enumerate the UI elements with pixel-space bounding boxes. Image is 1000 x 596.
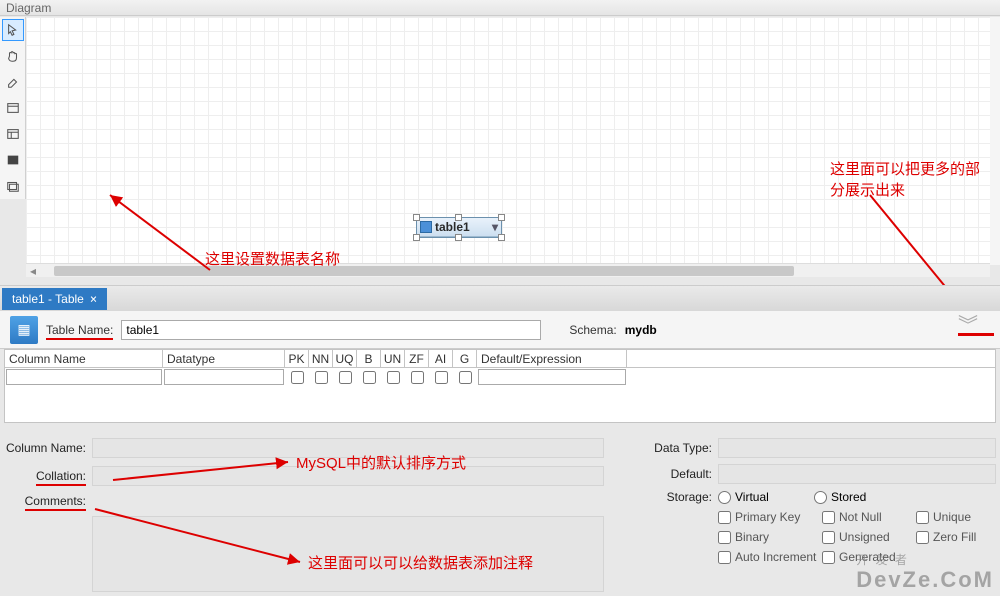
collation-field[interactable] [92,466,604,486]
tab-label: table1 - Table [12,292,84,306]
zerofill-checkbox[interactable] [916,531,929,544]
generated-checkbox[interactable] [822,551,835,564]
toolbar [0,17,26,199]
col-header-ai[interactable]: AI [429,350,453,367]
new-view-icon[interactable] [2,123,24,145]
col-header-b[interactable]: B [357,350,381,367]
column-name-field[interactable] [92,438,604,458]
col-header-zf[interactable]: ZF [405,350,429,367]
tab-table1[interactable]: table1 - Table × [2,288,107,310]
columns-header: Column Name Datatype PK NN UQ B UN ZF AI… [5,350,995,368]
diagram-canvas[interactable]: table1 ▾ [26,17,990,265]
hand-icon[interactable] [2,45,24,67]
expand-handle[interactable]: ︾ [958,317,994,336]
diagram-header: Diagram [0,0,1000,16]
data-type-label: Data Type: [644,441,712,455]
cell-name-input[interactable] [6,369,162,385]
cell-uq-checkbox[interactable] [339,371,352,384]
column-details: Column Name: Collation: Comments: Data T… [4,438,996,592]
cell-un-checkbox[interactable] [387,371,400,384]
collation-label: Collation: [4,469,86,483]
chevron-down-icon[interactable]: ▾ [492,220,498,234]
scrollbar-horizontal[interactable]: ◂ [26,263,990,277]
comments-field[interactable] [92,516,604,592]
col-header-datatype[interactable]: Datatype [163,350,285,367]
primary-key-checkbox[interactable] [718,511,731,524]
table-widget[interactable]: table1 ▾ [416,217,502,238]
unique-checkbox[interactable] [916,511,929,524]
columns-grid: Column Name Datatype PK NN UQ B UN ZF AI… [4,349,996,423]
cell-default-input[interactable] [478,369,626,385]
auto-increment-checkbox[interactable] [718,551,731,564]
virtual-radio[interactable] [718,491,731,504]
new-routine-icon[interactable] [2,149,24,171]
storage-label: Storage: [644,490,712,504]
columns-row[interactable] [5,368,995,386]
col-header-uq[interactable]: UQ [333,350,357,367]
col-header-un[interactable]: UN [381,350,405,367]
col-header-pk[interactable]: PK [285,350,309,367]
pointer-icon[interactable] [2,19,24,41]
new-table-icon[interactable] [2,97,24,119]
scrollbar-vertical[interactable] [990,17,1000,265]
table-panel: ▦ Table Name: Schema: mydb [0,311,1000,349]
not-null-checkbox[interactable] [822,511,835,524]
close-icon[interactable]: × [90,292,97,306]
table-name-input[interactable] [121,320,541,340]
unsigned-checkbox[interactable] [822,531,835,544]
comments-label: Comments: [4,494,86,508]
cell-datatype-input[interactable] [164,369,284,385]
stored-radio[interactable] [814,491,827,504]
col-header-nn[interactable]: NN [309,350,333,367]
tab-bar: table1 - Table × [0,285,1000,311]
cell-nn-checkbox[interactable] [315,371,328,384]
cell-ai-checkbox[interactable] [435,371,448,384]
binary-checkbox[interactable] [718,531,731,544]
schema-value: mydb [625,323,657,337]
table-name-label: Table Name: [46,323,113,337]
default-field[interactable] [718,464,996,484]
eraser-icon[interactable] [2,71,24,93]
schema-label: Schema: [569,323,616,337]
cell-g-checkbox[interactable] [459,371,472,384]
data-type-field[interactable] [718,438,996,458]
table-icon [420,221,432,233]
new-layer-icon[interactable] [2,175,24,197]
col-header-default[interactable]: Default/Expression [477,350,627,367]
col-header-g[interactable]: G [453,350,477,367]
column-name-label: Column Name: [4,441,86,455]
col-header-name[interactable]: Column Name [5,350,163,367]
cell-pk-checkbox[interactable] [291,371,304,384]
cell-zf-checkbox[interactable] [411,371,424,384]
table-panel-icon: ▦ [10,316,38,344]
default-label: Default: [644,467,712,481]
cell-b-checkbox[interactable] [363,371,376,384]
table-widget-label: table1 [435,220,470,234]
